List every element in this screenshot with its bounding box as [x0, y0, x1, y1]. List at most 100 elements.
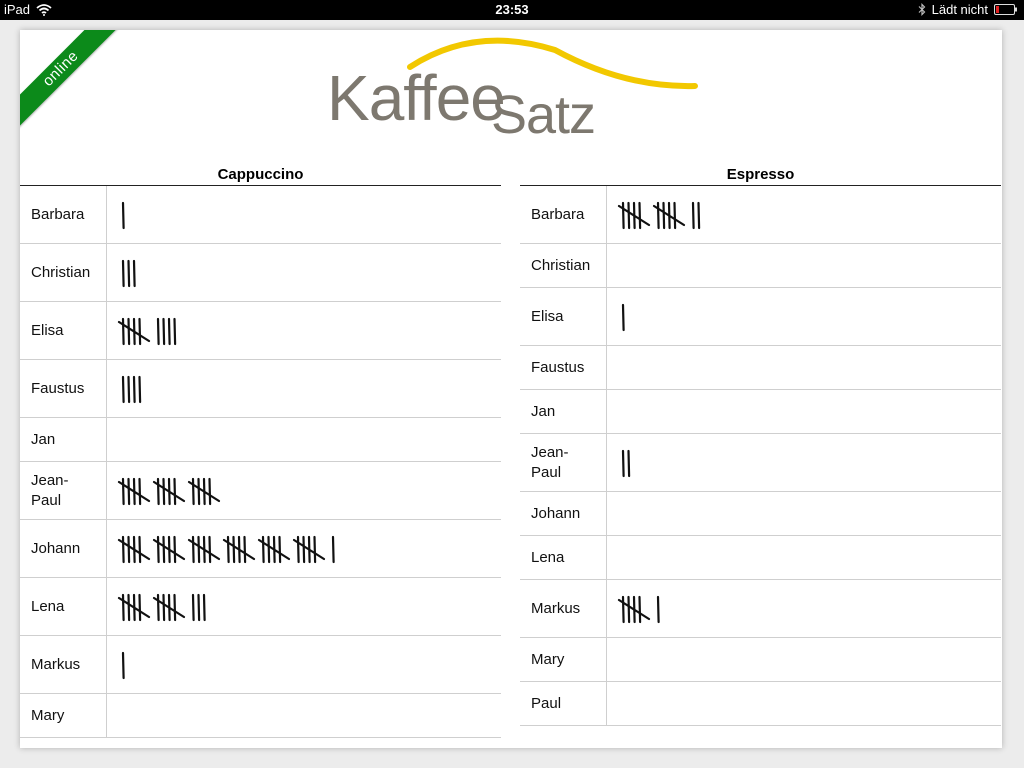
- person-name: Christian: [520, 244, 607, 287]
- tally-group: [617, 595, 651, 623]
- table-row[interactable]: Johann: [520, 492, 1001, 536]
- table-row[interactable]: Barbara: [20, 186, 501, 244]
- tally-group: [257, 535, 291, 563]
- online-label: online: [20, 30, 122, 130]
- tally-group: [117, 317, 151, 345]
- table-row[interactable]: Elisa: [20, 302, 501, 360]
- table-row[interactable]: Markus: [20, 636, 501, 694]
- tally-cell[interactable]: [107, 302, 501, 359]
- person-name: Jean-Paul: [520, 434, 607, 491]
- table-row[interactable]: Jan: [20, 418, 501, 462]
- tally-cell[interactable]: [607, 580, 1001, 637]
- tally-cell[interactable]: [607, 638, 1001, 681]
- table-row[interactable]: Elisa: [520, 288, 1001, 346]
- tally-cell[interactable]: [107, 418, 501, 461]
- tally-cell[interactable]: [607, 682, 1001, 725]
- table-row[interactable]: Barbara: [520, 186, 1001, 244]
- tally-cell[interactable]: [107, 360, 501, 417]
- tally-mark: [697, 201, 701, 229]
- tally-marks: [117, 477, 221, 505]
- person-name: Mary: [20, 694, 107, 737]
- table-row[interactable]: Paul: [520, 682, 1001, 726]
- tally-marks: [621, 303, 625, 331]
- tally-cell[interactable]: [107, 694, 501, 737]
- tally-mark: [656, 595, 660, 623]
- online-ribbon: online: [20, 30, 130, 140]
- tally-group: [652, 201, 686, 229]
- person-name: Christian: [20, 244, 107, 301]
- logo-text-kaffee: Kaffee: [327, 62, 506, 134]
- tally-mark: [627, 449, 631, 477]
- espresso-rows: Barbara Christian Elisa Faustus Jan Jean-Paul…: [520, 186, 1001, 726]
- person-name: Elisa: [520, 288, 607, 345]
- tally-cell[interactable]: [607, 536, 1001, 579]
- tally-marks: [121, 651, 125, 679]
- table-row[interactable]: Johann: [20, 520, 501, 578]
- cappuccino-title: Cappuccino: [20, 164, 501, 186]
- tally-mark: [132, 375, 136, 403]
- person-name: Jan: [520, 390, 607, 433]
- tally-cell[interactable]: [107, 578, 501, 635]
- charging-status: Lädt nicht: [931, 2, 988, 17]
- tally-mark: [121, 201, 125, 229]
- table-row[interactable]: Mary: [20, 694, 501, 738]
- tally-group: [292, 535, 326, 563]
- tally-marks: [117, 535, 335, 563]
- tally-mark: [156, 317, 160, 345]
- tally-cell[interactable]: [107, 186, 501, 243]
- tally-cell[interactable]: [607, 434, 1001, 491]
- tally-group: [152, 477, 186, 505]
- person-name: Johann: [20, 520, 107, 577]
- clock: 23:53: [495, 2, 529, 17]
- tally-mark: [621, 449, 625, 477]
- tally-marks: [121, 259, 136, 287]
- bluetooth-icon: [918, 3, 926, 16]
- status-bar: iPad 23:53 Lädt nicht: [0, 0, 1024, 20]
- tally-cell[interactable]: [107, 636, 501, 693]
- tally-cell[interactable]: [607, 244, 1001, 287]
- tally-mark: [162, 317, 166, 345]
- tally-cell[interactable]: [107, 244, 501, 301]
- table-row[interactable]: Faustus: [520, 346, 1001, 390]
- tally-cell[interactable]: [607, 288, 1001, 345]
- table-row[interactable]: Christian: [520, 244, 1001, 288]
- table-row[interactable]: Markus: [520, 580, 1001, 638]
- person-name: Johann: [520, 492, 607, 535]
- table-row[interactable]: Jan: [520, 390, 1001, 434]
- person-name: Faustus: [520, 346, 607, 389]
- table-row[interactable]: Mary: [520, 638, 1001, 682]
- person-name: Markus: [520, 580, 607, 637]
- person-name: Elisa: [20, 302, 107, 359]
- table-row[interactable]: Christian: [20, 244, 501, 302]
- tally-mark: [197, 593, 201, 621]
- tally-group: [117, 535, 151, 563]
- table-row[interactable]: Faustus: [20, 360, 501, 418]
- tally-cell[interactable]: [607, 390, 1001, 433]
- tally-group: [117, 593, 151, 621]
- table-row[interactable]: Jean-Paul: [20, 462, 501, 520]
- person-name: Paul: [520, 682, 607, 725]
- tally-mark: [167, 317, 171, 345]
- person-name: Faustus: [20, 360, 107, 417]
- table-row[interactable]: Lena: [520, 536, 1001, 580]
- person-name: Markus: [20, 636, 107, 693]
- tally-mark: [173, 317, 177, 345]
- battery-icon: [994, 4, 1018, 15]
- tally-cell[interactable]: [607, 346, 1001, 389]
- tally-cell[interactable]: [607, 186, 1001, 243]
- tally-group: [152, 593, 186, 621]
- tally-marks: [121, 201, 125, 229]
- tally-marks: [621, 449, 631, 477]
- person-name: Jean-Paul: [20, 462, 107, 519]
- tally-mark: [191, 593, 195, 621]
- tally-cell[interactable]: [107, 520, 501, 577]
- table-row[interactable]: Lena: [20, 578, 501, 636]
- tally-mark: [331, 535, 335, 563]
- tally-cell[interactable]: [607, 492, 1001, 535]
- tally-marks: [117, 593, 206, 621]
- table-row[interactable]: Jean-Paul: [520, 434, 1001, 492]
- tally-group: [617, 201, 651, 229]
- tally-cell[interactable]: [107, 462, 501, 519]
- tally-mark: [127, 375, 131, 403]
- tally-marks: [617, 595, 660, 623]
